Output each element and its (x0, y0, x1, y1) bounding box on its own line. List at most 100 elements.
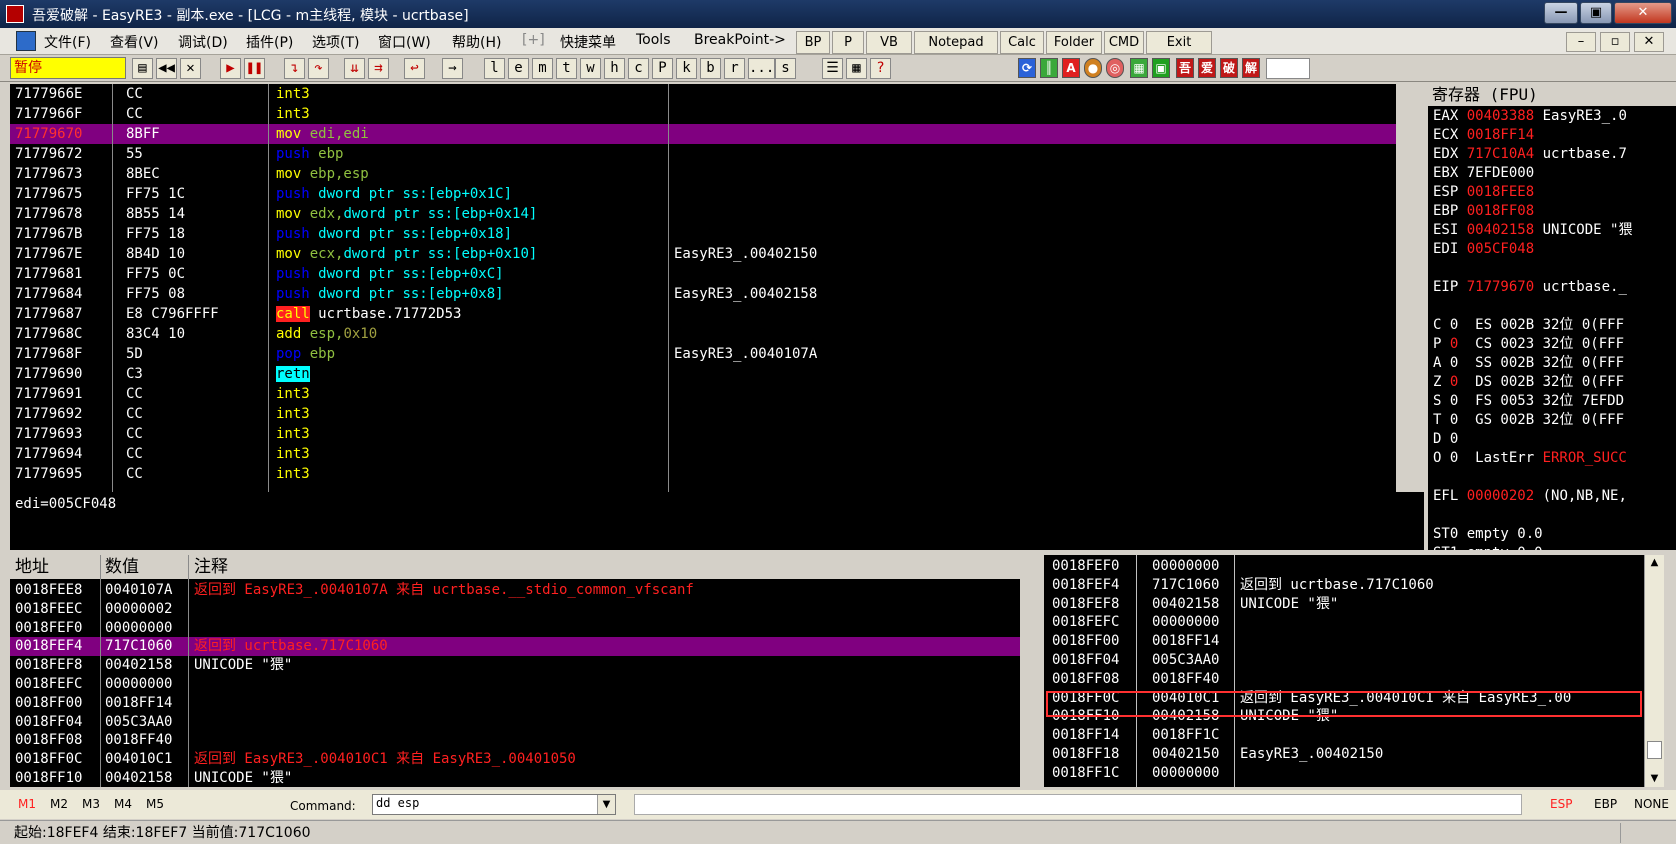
dump-tab-m1[interactable]: M1 (18, 797, 36, 811)
disasm-row[interactable]: 7177968C 83C4 10 add esp,0x10 (10, 324, 1396, 344)
stack-row[interactable]: 0018FF00 0018FF14 (1044, 632, 1644, 651)
disasm-row[interactable]: 7177967E 8B4D 10 mov ecx,dword ptr ss:[ebp… (10, 244, 1396, 264)
monitor-icon[interactable]: ▣ (1152, 58, 1170, 78)
step-over-icon[interactable]: ↷ (308, 58, 329, 79)
dump-row[interactable]: 0018FF04 005C3AA0 (10, 713, 1020, 732)
menu-file[interactable]: 文件(F) (44, 32, 91, 52)
plugin-po-icon[interactable]: 破 (1220, 58, 1238, 78)
register-row[interactable]: EDI 005CF048 (1433, 239, 1534, 259)
stack-row[interactable]: 0018FEF4 717C1060 返回到 ucrtbase.717C1060 (1044, 576, 1644, 595)
stack-follow-esp[interactable]: ESP (1550, 797, 1572, 811)
dump-tab-m2[interactable]: M2 (50, 797, 68, 811)
column-header-value[interactable]: 数值 (105, 555, 139, 579)
trace-into-icon[interactable]: ⇊ (344, 58, 365, 79)
registers-pane[interactable]: 寄存器 (FPU) EAX 00403388 EasyRE3_.0 ECX 001… (1428, 84, 1676, 550)
register-row[interactable]: S 0 FS 0053 32位 7EFDD (1433, 391, 1624, 411)
stack-row[interactable]: 0018FEFC 00000000 (1044, 613, 1644, 632)
column-header-address[interactable]: 地址 (15, 555, 49, 579)
mdi-icon[interactable] (16, 31, 36, 51)
menu-plugins[interactable]: 插件(P) (246, 32, 293, 52)
split-icon[interactable]: ║ (1040, 58, 1058, 78)
toolbar-letter-button[interactable]: ... (748, 58, 775, 79)
open-icon[interactable]: ▤ (132, 58, 153, 79)
orange-circle-icon[interactable]: ● (1084, 58, 1102, 78)
dump-row[interactable]: 0018FF00 0018FF14 (10, 694, 1020, 713)
stack-row[interactable]: 0018FF1C 00000000 (1044, 764, 1644, 783)
scroll-thumb[interactable] (1647, 741, 1662, 759)
register-row[interactable]: Z 0 DS 002B 32位 0(FFF (1433, 372, 1624, 392)
p-button[interactable]: P (832, 31, 864, 54)
bp-button[interactable]: BP (796, 31, 830, 54)
disasm-row[interactable]: 71779690 C3 retn (10, 364, 1396, 384)
toolbar-letter-button[interactable]: e (508, 58, 529, 79)
stack-row[interactable]: 0018FEF8 00402158 UNICODE "猥" (1044, 595, 1644, 614)
mdi-minimize-button[interactable]: – (1566, 32, 1596, 52)
register-row[interactable]: ST0 empty 0.0 (1433, 524, 1543, 544)
plugin-ai-icon[interactable]: 爱 (1198, 58, 1216, 78)
refresh-icon[interactable]: ⟳ (1018, 58, 1036, 78)
dump-row[interactable]: 0018FEF4 717C1060 返回到 ucrtbase.717C1060 (10, 637, 1020, 657)
menu-view[interactable]: 查看(V) (110, 32, 159, 52)
folder-button[interactable]: Folder (1046, 31, 1102, 54)
toolbar-letter-button[interactable]: r (724, 58, 745, 79)
column-header-comment[interactable]: 注释 (194, 555, 228, 579)
disasm-row[interactable]: 71779695 CC int3 (10, 464, 1396, 484)
plugin-wu-icon[interactable]: 吾 (1176, 58, 1194, 78)
stack-follow-ebp[interactable]: EBP (1594, 797, 1617, 811)
register-row[interactable]: EDX 717C10A4 ucrtbase.7 (1433, 144, 1627, 164)
register-row[interactable]: ECX 0018FF14 (1433, 125, 1534, 145)
disasm-row[interactable]: 71779673 8BEC mov ebp,esp (10, 164, 1396, 184)
dump-row[interactable]: 0018FEF0 00000000 (10, 619, 1020, 638)
trace-over-icon[interactable]: ⇉ (368, 58, 389, 79)
vb-button[interactable]: VB (866, 31, 912, 54)
disasm-row[interactable]: 71779687 E8 C796FFFF call ucrtbase.71772D5… (10, 304, 1396, 324)
help-icon[interactable]: ? (870, 58, 891, 79)
register-row[interactable]: EFL 00000202 (NO,NB,NE, (1433, 486, 1627, 506)
stack-row[interactable]: 0018FF14 0018FF1C (1044, 726, 1644, 745)
dump-tab-m4[interactable]: M4 (114, 797, 132, 811)
dump-row[interactable]: 0018FF10 00402158 UNICODE "猥" (10, 769, 1020, 787)
scroll-up-icon[interactable]: ▲ (1645, 555, 1664, 571)
register-row[interactable]: ESI 00402158 UNICODE "猥 (1433, 220, 1632, 240)
pause-icon[interactable]: ❚❚ (244, 58, 265, 79)
stack-follow-none[interactable]: NONE (1634, 797, 1669, 811)
execute-till-return-icon[interactable]: ↩ (404, 58, 425, 79)
menu-help[interactable]: 帮助(H) (452, 32, 501, 52)
disasm-row[interactable]: 71779693 CC int3 (10, 424, 1396, 444)
disasm-row[interactable]: 7177968F 5D pop ebp EasyRE3_.0040107A (10, 344, 1396, 364)
toolbar-letter-button[interactable]: P (652, 58, 673, 79)
maximize-button[interactable]: ▣ (1580, 2, 1612, 24)
dump-row[interactable]: 0018FEF8 00402158 UNICODE "猥" (10, 656, 1020, 675)
toolbar-letter-button[interactable]: w (580, 58, 601, 79)
register-row[interactable]: EBP 0018FF08 (1433, 201, 1534, 221)
a-icon[interactable]: A (1062, 58, 1080, 78)
toolbar-letter-button[interactable]: s (775, 58, 796, 79)
dump-pane[interactable]: 地址 数值 注释 0018FEE8 0040107A 返回到 EasyRE3_.00… (10, 555, 1020, 787)
chevron-down-icon[interactable]: ▼ (597, 795, 615, 814)
register-row[interactable]: D 0 (1433, 429, 1458, 449)
register-row[interactable]: T 0 GS 002B 32位 0(FFF (1433, 410, 1624, 430)
disasm-row[interactable]: 7177967B FF75 18 push dword ptr ss:[ebp+0x… (10, 224, 1396, 244)
disassembly-pane[interactable]: 7177966E CC int3 7177966F CC int3 71779670 8BFF… (10, 84, 1396, 492)
register-row[interactable]: ESP 0018FEE8 (1433, 182, 1534, 202)
register-row[interactable]: O 0 LastErr ERROR_SUCC (1433, 448, 1627, 468)
list-icon[interactable]: ☰ (822, 58, 843, 79)
run-icon[interactable]: ▶ (220, 58, 241, 79)
step-into-icon[interactable]: ↴ (284, 58, 305, 79)
register-row[interactable]: ST1 empty 0.0 (1433, 543, 1543, 550)
disasm-row[interactable]: 71779678 8B55 14 mov edx,dword ptr ss:[ebp… (10, 204, 1396, 224)
menu-options[interactable]: 选项(T) (312, 32, 359, 52)
disasm-row[interactable]: 7177966E CC int3 (10, 84, 1396, 104)
dump-tab-m3[interactable]: M3 (82, 797, 100, 811)
disasm-row[interactable]: 71779691 CC int3 (10, 384, 1396, 404)
close-button[interactable]: ✕ (1614, 2, 1672, 24)
calc-icon[interactable]: ▦ (1130, 58, 1148, 78)
register-row[interactable]: A 0 SS 002B 32位 0(FFF (1433, 353, 1624, 373)
stack-pane[interactable]: 0018FEF0 00000000 0018FEF4 717C1060 返回到 ucrt… (1044, 555, 1644, 787)
command-input[interactable]: dd esp ▼ (372, 794, 616, 815)
disasm-row[interactable]: 71779684 FF75 08 push dword ptr ss:[ebp+0x… (10, 284, 1396, 304)
notepad-button[interactable]: Notepad (914, 31, 998, 54)
register-row[interactable]: EBX 7EFDE000 (1433, 163, 1534, 183)
menu-breakpoint[interactable]: BreakPoint-> (694, 32, 786, 48)
dump-tab-m5[interactable]: M5 (146, 797, 164, 811)
